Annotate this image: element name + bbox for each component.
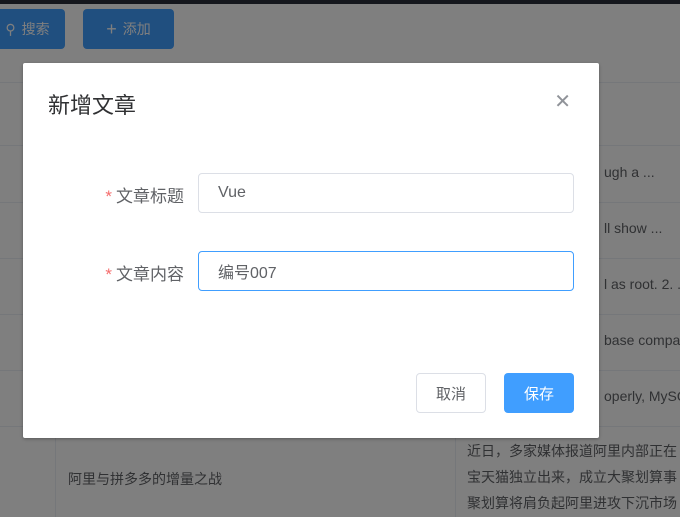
content-label: * 文章内容 (105, 265, 184, 284)
dialog-title: 新增文章 (48, 93, 137, 118)
content-input[interactable] (198, 251, 574, 291)
row-content: base compa (604, 332, 680, 348)
add-article-dialog: 新增文章 ✕ *文章标题 *文章内容 取消 保存 (23, 63, 599, 438)
title-label: * 文章标题 (105, 187, 184, 206)
row-content: l as root. 2. ... (604, 276, 680, 292)
cancel-button[interactable]: 取消 (416, 373, 486, 413)
close-icon[interactable]: ✕ (554, 89, 571, 114)
title-input[interactable] (198, 173, 574, 213)
row-content: ll show ... (604, 220, 663, 236)
row-content: operly, MySQ (604, 388, 680, 404)
save-button[interactable]: 保存 (504, 373, 574, 413)
row-content: ugh a ... (604, 164, 655, 180)
